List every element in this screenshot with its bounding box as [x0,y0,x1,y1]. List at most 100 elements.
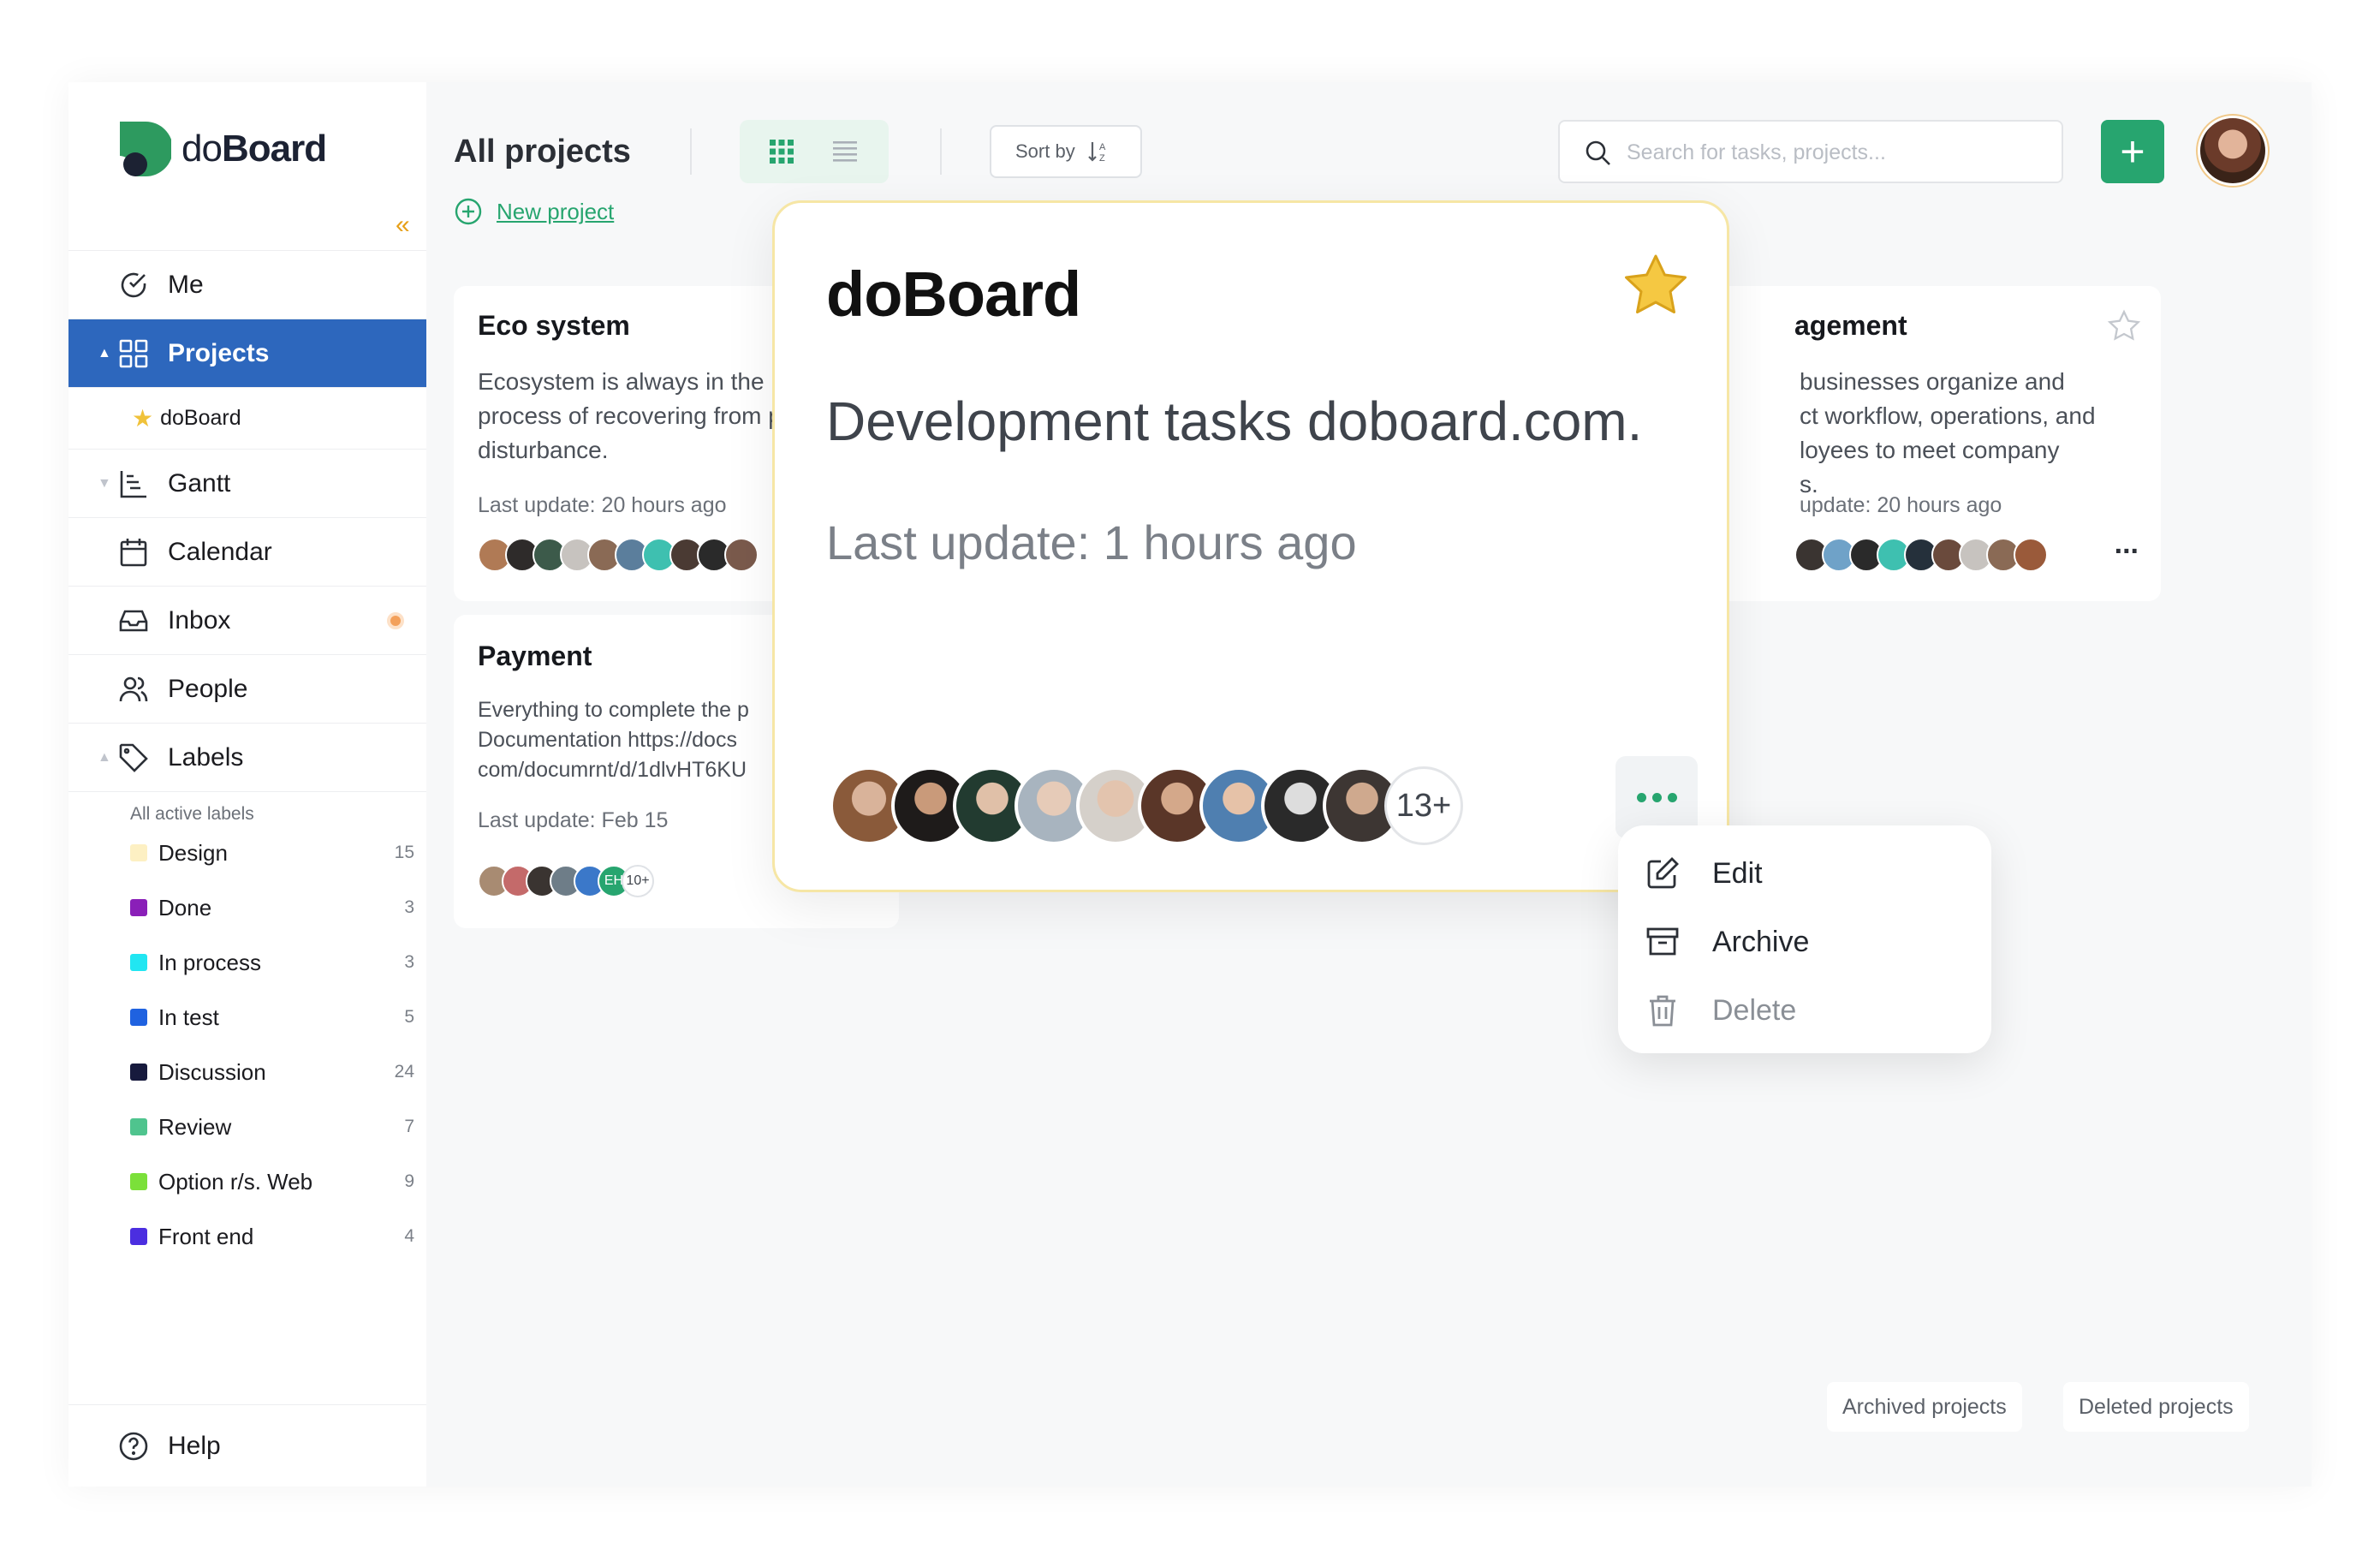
label-name: Front end [158,1223,254,1249]
sort-by-button[interactable]: Sort by AZ [990,125,1142,178]
label-count: 7 [404,1117,414,1136]
nav-item-inbox[interactable]: Inbox [68,586,426,654]
user-avatar[interactable] [2200,118,2265,183]
deleted-projects-link[interactable]: Deleted projects [2063,1382,2249,1432]
help-button[interactable]: Help [68,1404,426,1487]
member-avatars [478,538,759,572]
card-last-update: update: 20 hours ago [1800,493,2002,517]
menu-item-delete[interactable]: Delete [1645,985,1796,1036]
nav-item-calendar[interactable]: Calendar [68,517,426,586]
menu-item-archive[interactable]: Archive [1645,916,1809,968]
menu-item-edit[interactable]: Edit [1645,848,1763,899]
edit-icon [1647,857,1679,889]
nav-label: Gantt [168,468,231,498]
card-title: Payment [478,641,592,671]
label-color-swatch [130,1118,147,1135]
card-title: agement [1794,310,1907,341]
featured-last-update: Last update: 1 hours ago [826,515,1357,569]
menu-item-label: Edit [1712,856,1763,890]
label-color-swatch [130,1009,147,1026]
sidebar: doBoard « Me ▲ Projects ★ doBoard ▼ Gant… [68,82,426,1487]
new-project-label: New project [497,198,615,224]
logo-text: doBoard [181,128,327,170]
card-last-update: Last update: Feb 15 [478,808,669,832]
card-description-line: loyees to meet company [1800,437,2060,463]
add-button[interactable]: + [2101,120,2164,183]
nav-label: Labels [168,742,244,772]
card-description-line: businesses organize and [1800,368,2065,395]
more-members-count[interactable]: 13+ [1384,766,1463,845]
star-outline-icon[interactable] [2106,308,2142,344]
label-item[interactable]: In test 5 [68,990,426,1045]
featured-project-card[interactable]: doBoard Development tasks doboard.com. L… [772,200,1729,892]
label-item[interactable]: Review 7 [68,1099,426,1154]
label-count: 15 [394,843,414,862]
search-box [1558,120,2063,183]
nav-subitem-doboard[interactable]: ★ doBoard [68,387,426,449]
nav-item-gantt[interactable]: ▼ Gantt [68,449,426,517]
logo-mark-icon [120,122,171,176]
new-project-button[interactable]: New project [454,197,614,226]
logo[interactable]: doBoard [116,122,327,176]
label-list: Design 15 Done 3 In process 3 In test 5 Discussi… [68,825,426,1264]
label-color-swatch [130,1173,147,1190]
nav-subitem-label: doBoard [160,406,241,430]
label-color-swatch [130,899,147,916]
divider [690,128,692,175]
star-icon: ★ [132,405,154,432]
label-item[interactable]: Design 15 [68,825,426,880]
card-more-button[interactable]: ... [2115,527,2139,561]
grid-view-icon[interactable] [769,139,794,164]
label-item[interactable]: Option r/s. Web 9 [68,1154,426,1209]
label-name: Option r/s. Web [158,1168,313,1195]
nav-label: Projects [168,338,270,367]
label-item[interactable]: Done 3 [68,880,426,935]
nav-label: Me [168,270,204,299]
nav-item-labels[interactable]: ▲ Labels [68,723,426,791]
help-icon [119,1432,148,1460]
people-icon [119,676,148,702]
label-color-swatch [130,844,147,861]
notification-dot [387,612,404,629]
more-members-count: 10+ [622,865,654,897]
inbox-icon [119,610,148,632]
sort-az-icon: AZ [1087,142,1106,164]
label-item[interactable]: Discussion 24 [68,1045,426,1099]
gantt-icon [120,471,146,498]
grid-icon [119,339,148,368]
page-title: All projects [454,134,631,170]
member-avatars: EH 10+ [478,865,654,897]
label-name: Done [158,894,212,921]
search-input[interactable] [1627,135,2038,170]
trash-icon [1650,995,1675,1027]
nav-item-me[interactable]: Me [68,250,426,319]
nav-label: Calendar [168,537,272,566]
label-name: Review [158,1113,232,1140]
nav-item-projects[interactable]: ▲ Projects [68,319,426,387]
label-count: 3 [404,897,414,917]
star-filled-icon[interactable] [1619,251,1693,325]
label-count: 4 [404,1226,414,1246]
app-window: doBoard « Me ▲ Projects ★ doBoard ▼ Gant… [68,82,2312,1487]
label-count: 3 [404,952,414,972]
label-item[interactable]: In process 3 [68,935,426,990]
collapse-sidebar-button[interactable]: « [396,211,410,240]
view-toggle [740,120,889,183]
svg-text:A: A [1099,142,1106,152]
list-view-icon[interactable] [832,139,858,164]
archived-projects-link[interactable]: Archived projects [1827,1382,2022,1432]
plus-circle-icon [455,198,482,225]
menu-item-label: Archive [1712,925,1810,958]
card-description: businesses organize and ct workflow, ope… [1800,365,2142,502]
menu-item-label: Delete [1712,993,1797,1027]
archive-icon [1646,927,1679,956]
sort-by-label: Sort by [1015,140,1075,162]
label-item[interactable]: Front end 4 [68,1209,426,1264]
tag-icon [119,743,148,772]
svg-text:Z: Z [1099,153,1105,164]
expand-caret-icon: ▲ [98,345,111,360]
member-avatar [724,538,759,572]
nav-item-people[interactable]: People [68,654,426,723]
label-color-swatch [130,1064,147,1081]
nav-label: Inbox [168,605,231,635]
